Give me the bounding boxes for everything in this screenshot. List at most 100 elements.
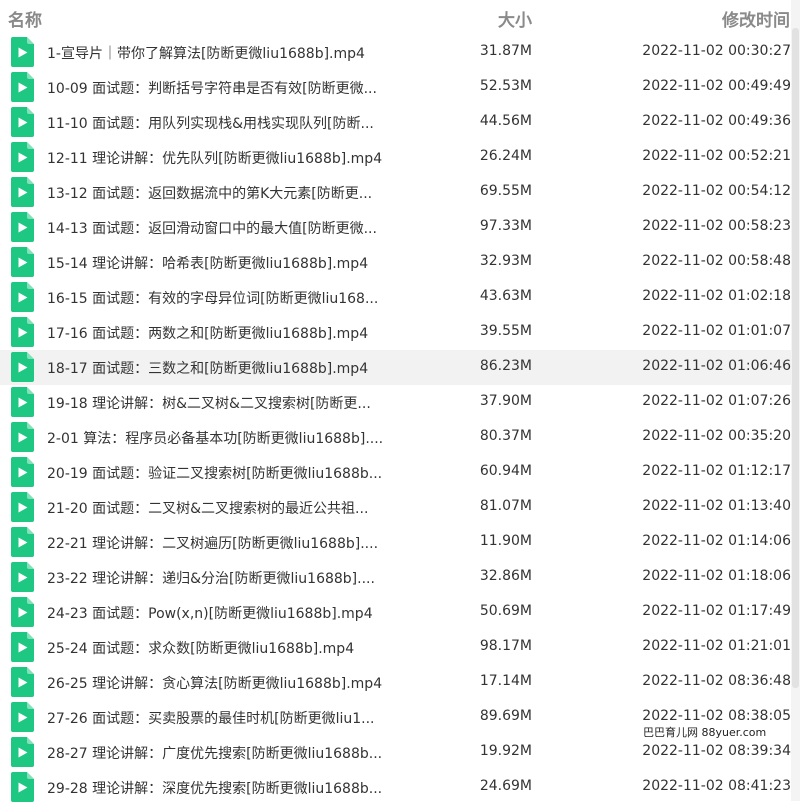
- file-modified-time: 2022-11-02 00:58:23: [642, 218, 791, 234]
- file-size: 80.37M: [479, 428, 532, 444]
- file-name: 2-01 算法：程序员必备基本功[防断更微liu1688b]....: [47, 431, 384, 447]
- file-row[interactable]: 2-01 算法：程序员必备基本功[防断更微liu1688b].... 80.37M…: [0, 420, 791, 455]
- file-modified-time: 2022-11-02 01:06:46: [642, 358, 791, 374]
- scrollbar[interactable]: [791, 0, 800, 801]
- file-size: 32.86M: [479, 568, 532, 584]
- file-modified-time: 2022-11-02 00:30:27: [642, 43, 791, 59]
- file-row[interactable]: 16-15 面试题：有效的字母异位词[防断更微liu168... 43.63M 20…: [0, 280, 791, 315]
- file-modified-time: 2022-11-02 01:12:17: [642, 463, 791, 479]
- file-row[interactable]: 17-16 面试题：两数之和[防断更微liu1688b].mp4 39.55M 20…: [0, 315, 791, 350]
- video-file-icon: [11, 667, 34, 697]
- file-size: 60.94M: [479, 463, 532, 479]
- video-file-icon: [11, 352, 34, 382]
- file-row[interactable]: 18-17 面试题：三数之和[防断更微liu1688b].mp4 86.23M 20…: [0, 350, 791, 385]
- file-size: 24.69M: [479, 778, 532, 794]
- file-name: 27-26 面试题：买卖股票的最佳时机[防断更微liu1...: [47, 711, 375, 727]
- file-size: 19.92M: [479, 743, 532, 759]
- video-file-icon: [11, 177, 34, 207]
- video-file-icon: [11, 457, 34, 487]
- file-size: 43.63M: [479, 288, 532, 304]
- file-row[interactable]: 29-28 理论讲解：深度优先搜索[防断更微liu1688b... 24.69M 2…: [0, 770, 791, 805]
- file-modified-time: 2022-11-02 00:52:21: [642, 148, 791, 164]
- file-modified-time: 2022-11-02 08:38:05: [642, 708, 791, 724]
- file-row[interactable]: 15-14 理论讲解：哈希表[防断更微liu1688b].mp4 32.93M 20…: [0, 245, 791, 280]
- video-file-icon: [11, 562, 34, 592]
- file-name: 23-22 理论讲解：递归&分治[防断更微liu1688b]....: [47, 571, 375, 587]
- file-row[interactable]: 12-11 理论讲解：优先队列[防断更微liu1688b].mp4 26.24M 2…: [0, 140, 791, 175]
- file-modified-time: 2022-11-02 01:13:40: [642, 498, 791, 514]
- file-modified-time: 2022-11-02 01:14:06: [642, 533, 791, 549]
- file-name: 22-21 理论讲解：二叉树遍历[防断更微liu1688b]....: [47, 536, 379, 552]
- file-modified-time: 2022-11-02 08:36:48: [642, 673, 791, 689]
- file-row[interactable]: 13-12 面试题：返回数据流中的第K大元素[防断更... 69.55M 2022-…: [0, 175, 791, 210]
- video-file-icon: [11, 107, 34, 137]
- video-file-icon: [11, 212, 34, 242]
- file-modified-time: 2022-11-02 01:02:18: [642, 288, 791, 304]
- file-modified-time: 2022-11-02 00:49:36: [642, 113, 791, 129]
- file-size: 32.93M: [479, 253, 532, 269]
- video-file-icon: [11, 282, 34, 312]
- file-row[interactable]: 20-19 面试题：验证二叉搜索树[防断更微liu1688b... 60.94M 2…: [0, 455, 791, 490]
- file-row[interactable]: 1-宣导片｜带你了解算法[防断更微liu1688b].mp4 31.87M 2022…: [0, 35, 791, 70]
- column-header: 名称 大小 修改时间: [0, 0, 800, 36]
- file-modified-time: 2022-11-02 08:41:23: [642, 778, 791, 794]
- file-size: 44.56M: [479, 113, 532, 129]
- file-row[interactable]: 28-27 理论讲解：广度优先搜索[防断更微liu1688b... 19.92M 2…: [0, 735, 791, 770]
- file-name: 11-10 面试题：用队列实现栈&用栈实现队列[防断...: [47, 116, 374, 132]
- file-size: 37.90M: [479, 393, 532, 409]
- file-name: 21-20 面试题：二叉树&二叉搜索树的最近公共祖...: [47, 501, 369, 517]
- column-header-name[interactable]: 名称: [8, 6, 42, 31]
- video-file-icon: [11, 72, 34, 102]
- video-file-icon: [11, 492, 34, 522]
- file-name: 15-14 理论讲解：哈希表[防断更微liu1688b].mp4: [47, 256, 369, 272]
- file-size: 97.33M: [479, 218, 532, 234]
- file-size: 89.69M: [479, 708, 532, 724]
- video-file-icon: [11, 142, 34, 172]
- column-header-modified-time[interactable]: 修改时间: [722, 6, 790, 31]
- video-file-icon: [11, 317, 34, 347]
- video-file-icon: [11, 597, 34, 627]
- video-file-icon: [11, 422, 34, 452]
- video-file-icon: [11, 37, 34, 67]
- file-name: 10-09 面试题：判断括号字符串是否有效[防断更微...: [47, 81, 377, 97]
- file-row[interactable]: 25-24 面试题：求众数[防断更微liu1688b].mp4 98.17M 202…: [0, 630, 791, 665]
- video-file-icon: [11, 247, 34, 277]
- file-size: 52.53M: [479, 78, 532, 94]
- file-modified-time: 2022-11-02 01:17:49: [642, 603, 791, 619]
- file-size: 81.07M: [479, 498, 532, 514]
- watermark: 巴巴育儿网 88yuer.com: [640, 724, 770, 740]
- scrollbar-thumb[interactable]: [792, 28, 799, 688]
- file-row[interactable]: 11-10 面试题：用队列实现栈&用栈实现队列[防断... 44.56M 2022-…: [0, 105, 791, 140]
- video-file-icon: [11, 632, 34, 662]
- file-size: 11.90M: [479, 533, 532, 549]
- file-size: 26.24M: [479, 148, 532, 164]
- file-name: 1-宣导片｜带你了解算法[防断更微liu1688b].mp4: [47, 46, 365, 62]
- video-file-icon: [11, 772, 34, 802]
- file-name: 28-27 理论讲解：广度优先搜索[防断更微liu1688b...: [47, 746, 383, 762]
- file-name: 16-15 面试题：有效的字母异位词[防断更微liu168...: [47, 291, 379, 307]
- file-name: 18-17 面试题：三数之和[防断更微liu1688b].mp4: [47, 361, 369, 377]
- file-name: 24-23 面试题：Pow(x,n)[防断更微liu1688b].mp4: [47, 606, 373, 622]
- file-row[interactable]: 19-18 理论讲解：树&二叉树&二叉搜索树[防断更... 37.90M 2022-…: [0, 385, 791, 420]
- column-header-size[interactable]: 大小: [498, 6, 532, 31]
- file-row[interactable]: 22-21 理论讲解：二叉树遍历[防断更微liu1688b].... 11.90M…: [0, 525, 791, 560]
- file-size: 50.69M: [479, 603, 532, 619]
- file-name: 26-25 理论讲解：贪心算法[防断更微liu1688b].mp4: [47, 676, 383, 692]
- file-name: 12-11 理论讲解：优先队列[防断更微liu1688b].mp4: [47, 151, 383, 167]
- file-row[interactable]: 14-13 面试题：返回滑动窗口中的最大值[防断更微... 97.33M 2022-…: [0, 210, 791, 245]
- file-size: 86.23M: [479, 358, 532, 374]
- video-file-icon: [11, 737, 34, 767]
- file-name: 19-18 理论讲解：树&二叉树&二叉搜索树[防断更...: [47, 396, 371, 412]
- file-modified-time: 2022-11-02 01:01:07: [642, 323, 791, 339]
- file-size: 17.14M: [479, 673, 532, 689]
- file-row[interactable]: 21-20 面试题：二叉树&二叉搜索树的最近公共祖... 81.07M 2022-1…: [0, 490, 791, 525]
- video-file-icon: [11, 702, 34, 732]
- file-size: 69.55M: [479, 183, 532, 199]
- file-modified-time: 2022-11-02 01:18:06: [642, 568, 791, 584]
- file-row[interactable]: 23-22 理论讲解：递归&分治[防断更微liu1688b].... 32.86M…: [0, 560, 791, 595]
- file-row[interactable]: 10-09 面试题：判断括号字符串是否有效[防断更微... 52.53M 2022-…: [0, 70, 791, 105]
- file-row[interactable]: 24-23 面试题：Pow(x,n)[防断更微liu1688b].mp4 50.6…: [0, 595, 791, 630]
- file-name: 20-19 面试题：验证二叉搜索树[防断更微liu1688b...: [47, 466, 383, 482]
- file-row[interactable]: 26-25 理论讲解：贪心算法[防断更微liu1688b].mp4 17.14M 2…: [0, 665, 791, 700]
- file-name: 25-24 面试题：求众数[防断更微liu1688b].mp4: [47, 641, 355, 657]
